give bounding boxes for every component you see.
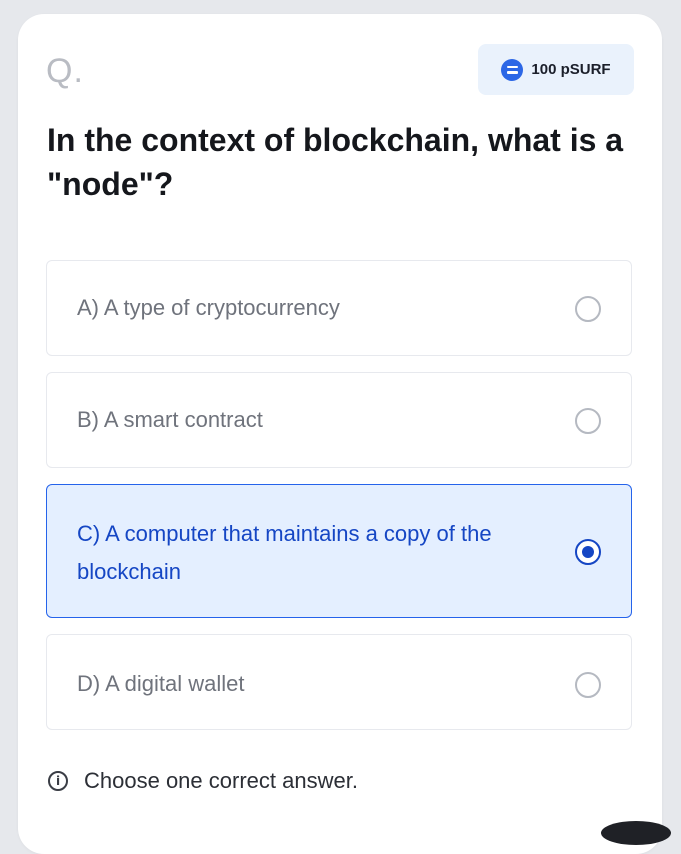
option-label: A) A type of cryptocurrency [77, 295, 340, 320]
radio-button-b[interactable] [575, 408, 601, 434]
question-text: In the context of blockchain, what is a … [47, 122, 624, 202]
overlay-shape [601, 821, 671, 845]
instruction-text: Choose one correct answer. [84, 768, 358, 793]
instruction-hint: i Choose one correct answer. [48, 768, 358, 794]
option-label: C) A computer that maintains a copy of t… [77, 521, 492, 584]
info-icon: i [48, 771, 68, 791]
radio-button-d[interactable] [575, 672, 601, 698]
reward-badge: 100 pSURF [478, 44, 634, 95]
radio-button-a[interactable] [575, 296, 601, 322]
coin-icon [501, 58, 524, 81]
reward-amount: 100 pSURF [531, 61, 611, 78]
radio-button-c-selected[interactable] [575, 539, 601, 565]
option-label: B) A smart contract [77, 407, 263, 432]
option-a[interactable]: A) A type of cryptocurrency [46, 260, 632, 356]
question-marker: Q. [46, 52, 84, 90]
option-label: D) A digital wallet [77, 671, 245, 696]
option-c[interactable]: C) A computer that maintains a copy of t… [46, 484, 632, 618]
option-b[interactable]: B) A smart contract [46, 372, 632, 468]
option-d[interactable]: D) A digital wallet [46, 634, 632, 730]
radio-dot [582, 546, 594, 558]
